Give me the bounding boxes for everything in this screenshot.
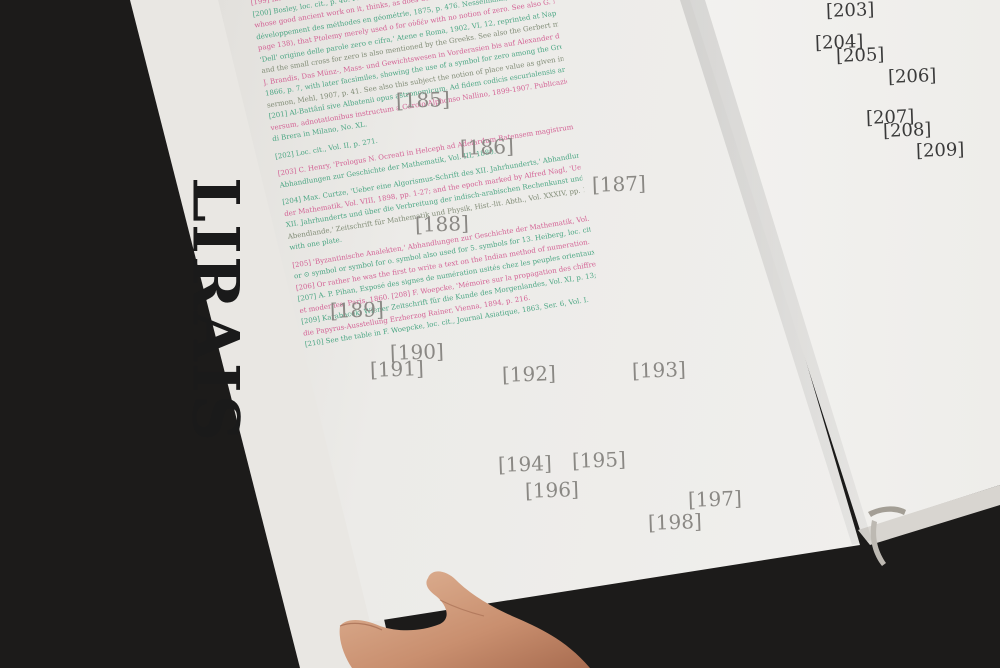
hand-image (339, 571, 590, 668)
photo-scene: LIRAIS [199] Ibid., p. 57, 46, 48.[200] … (0, 0, 1000, 668)
